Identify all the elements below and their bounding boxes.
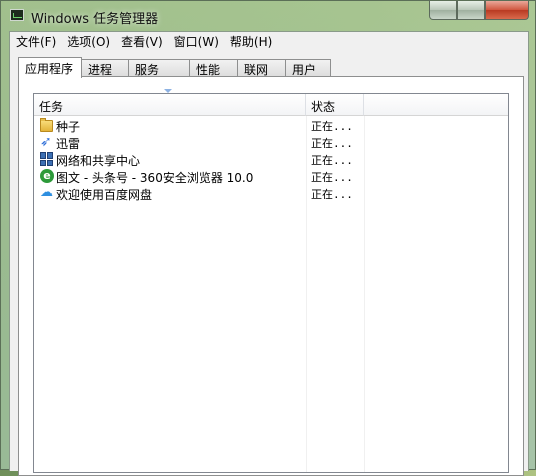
window-title: Windows 任务管理器: [31, 12, 159, 27]
task-name: 图文 - 头条号 - 360安全浏览器 10.0: [56, 171, 254, 185]
list-item[interactable]: ☁ 欢迎使用百度网盘 正在...: [34, 185, 508, 203]
applications-panel: 任务 状态 种子 正在... ➶ 迅雷 正在... 网络和共享中心 正在... …: [18, 76, 524, 476]
task-manager-window: Windows 任务管理器 文件(F) 选项(O) 查看(V) 窗口(W) 帮助…: [0, 0, 536, 476]
task-name: 网络和共享中心: [56, 154, 141, 168]
task-status: 正在...: [311, 120, 353, 133]
list-header: 任务 状态: [34, 89, 508, 116]
list-item[interactable]: ➶ 迅雷 正在...: [34, 134, 508, 151]
menu-options[interactable]: 选项(O): [61, 32, 115, 52]
sort-arrow-icon: [164, 89, 172, 93]
tab-applications[interactable]: 应用程序: [18, 57, 82, 78]
tab-strip: 应用程序 进程 服务 性能 联网 用户: [18, 57, 331, 78]
task-status: 正在...: [311, 154, 353, 167]
tab-processes[interactable]: 进程: [81, 59, 129, 77]
column-status-label: 状态: [311, 100, 336, 114]
thunder-icon: ➶: [40, 134, 52, 150]
close-button[interactable]: [485, 1, 529, 20]
cloud-icon: ☁: [40, 185, 53, 200]
folder-icon: [40, 118, 53, 132]
column-header-task[interactable]: 任务: [34, 89, 306, 116]
tab-users[interactable]: 用户: [285, 59, 331, 77]
menu-help[interactable]: 帮助(H): [224, 32, 277, 52]
task-name: 欢迎使用百度网盘: [56, 188, 153, 202]
caption-buttons: [429, 1, 529, 21]
column-header-empty: [364, 94, 508, 116]
tab-services[interactable]: 服务: [128, 59, 190, 77]
network-icon: [40, 152, 54, 166]
title-bar[interactable]: Windows 任务管理器: [1, 1, 536, 31]
client-area: 文件(F) 选项(O) 查看(V) 窗口(W) 帮助(H) 应用程序 进程 服务…: [9, 31, 529, 476]
menu-bar: 文件(F) 选项(O) 查看(V) 窗口(W) 帮助(H): [10, 32, 528, 52]
list-item[interactable]: e 图文 - 头条号 - 360安全浏览器 10.0 正在...: [34, 168, 508, 185]
task-status: 正在...: [311, 137, 353, 150]
browser-icon: e: [40, 169, 54, 183]
column-task-label: 任务: [39, 100, 64, 114]
menu-view[interactable]: 查看(V): [115, 32, 168, 52]
column-header-status[interactable]: 状态: [306, 94, 364, 116]
task-manager-icon: [10, 9, 24, 21]
tab-performance[interactable]: 性能: [189, 59, 238, 77]
maximize-button[interactable]: [457, 1, 485, 20]
minimize-button[interactable]: [429, 1, 457, 20]
task-status: 正在...: [311, 171, 353, 184]
task-rows: 种子 正在... ➶ 迅雷 正在... 网络和共享中心 正在... e 图文 -…: [34, 117, 508, 202]
menu-windows[interactable]: 窗口(W): [168, 32, 224, 52]
task-name: 迅雷: [56, 137, 81, 151]
tab-networking[interactable]: 联网: [237, 59, 286, 77]
menu-file[interactable]: 文件(F): [10, 32, 61, 52]
task-status: 正在...: [311, 188, 353, 201]
list-item[interactable]: 网络和共享中心 正在...: [34, 151, 508, 168]
list-item[interactable]: 种子 正在...: [34, 117, 508, 134]
task-name: 种子: [56, 120, 81, 134]
task-list[interactable]: 任务 状态 种子 正在... ➶ 迅雷 正在... 网络和共享中心 正在... …: [33, 89, 509, 473]
